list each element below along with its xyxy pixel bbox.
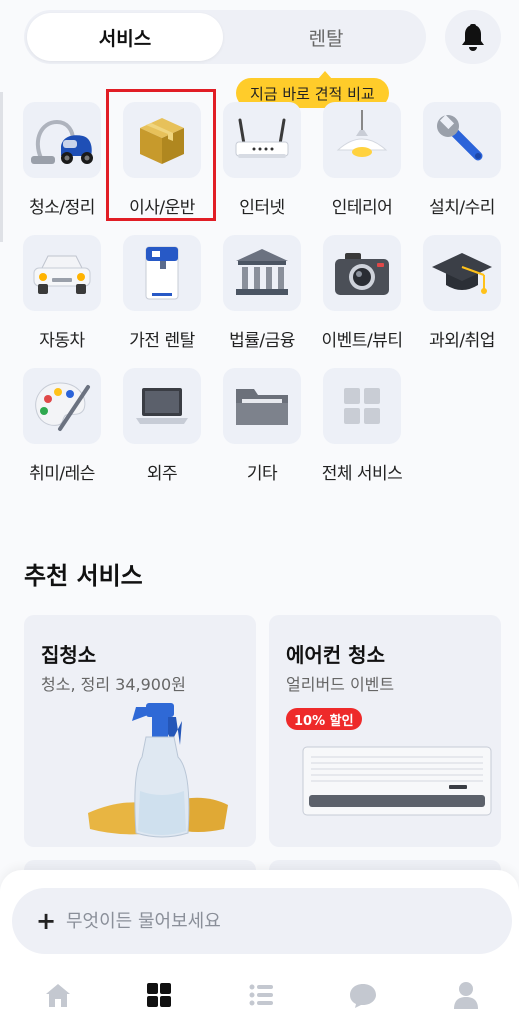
box-icon: [140, 118, 184, 164]
router-icon: [235, 118, 289, 158]
grid-icon: [147, 983, 171, 1007]
nav-home[interactable]: [38, 975, 78, 1015]
recommended-card-aircon-cleaning[interactable]: 에어컨 청소 얼리버드 이벤트 10% 할인: [269, 615, 501, 847]
bank-icon: [236, 249, 288, 295]
laptop-icon: [136, 388, 188, 424]
service-label: 설치/수리: [429, 198, 495, 218]
card-subtitle: 얼리버드 이벤트: [286, 675, 395, 694]
service-label: 가전 렌탈: [129, 331, 195, 351]
service-label: 인터넷: [239, 198, 285, 218]
spray-bottle-illustration: [88, 703, 228, 838]
service-label: 전체 서비스: [321, 464, 403, 484]
service-install-repair[interactable]: 설치/수리: [414, 102, 510, 218]
service-label: 청소/정리: [29, 198, 95, 218]
service-car[interactable]: 자동차: [14, 235, 110, 351]
water-purifier-icon: [145, 246, 179, 300]
recommended-card-home-cleaning[interactable]: 집청소 청소, 정리 34,900원: [24, 615, 256, 847]
service-moving[interactable]: 이사/운반: [114, 102, 210, 218]
service-interior[interactable]: 인테리어: [314, 102, 410, 218]
service-legal-finance[interactable]: 법률/금융: [214, 235, 310, 351]
edge-indicator: [0, 92, 3, 242]
section-title: 추천 서비스: [24, 562, 143, 590]
nav-services[interactable]: [139, 975, 179, 1015]
profile-icon: [454, 982, 478, 1009]
service-label: 기타: [246, 464, 278, 484]
service-appliance-rental[interactable]: 가전 렌탈: [114, 235, 210, 351]
chat-icon: [350, 984, 376, 1008]
service-label: 이사/운반: [129, 198, 195, 218]
tab-rental[interactable]: 렌탈: [229, 13, 423, 61]
notification-button[interactable]: [445, 10, 501, 64]
service-tutoring-jobs[interactable]: 과외/취업: [414, 235, 510, 351]
plus-icon[interactable]: +: [36, 909, 56, 933]
service-label: 법률/금융: [229, 331, 295, 351]
card-title: 집청소: [41, 643, 97, 667]
service-cleaning[interactable]: 청소/정리: [14, 102, 110, 218]
ask-input[interactable]: [66, 910, 446, 932]
air-conditioner-illustration: [302, 746, 492, 816]
service-outsourcing[interactable]: 외주: [114, 368, 210, 484]
service-label: 인테리어: [331, 198, 393, 218]
discount-badge: 10% 할인: [286, 708, 362, 730]
service-label: 자동차: [39, 331, 85, 351]
bell-icon: [462, 24, 484, 51]
card-title: 에어컨 청소: [286, 643, 385, 667]
service-label: 과외/취업: [429, 331, 495, 351]
service-internet[interactable]: 인터넷: [214, 102, 310, 218]
ask-bar[interactable]: +: [12, 888, 512, 954]
service-other[interactable]: 기타: [214, 368, 310, 484]
service-label: 외주: [146, 464, 178, 484]
service-label: 이벤트/뷰티: [321, 331, 403, 351]
list-icon: [249, 984, 273, 1006]
nav-list[interactable]: [241, 975, 281, 1015]
service-all[interactable]: 전체 서비스: [314, 368, 410, 484]
home-icon: [46, 984, 70, 1007]
service-hobby-lessons[interactable]: 취미/레슨: [14, 368, 110, 484]
service-label: 취미/레슨: [29, 464, 95, 484]
grid-icon: [344, 388, 380, 424]
folder-icon: [236, 389, 288, 425]
car-icon: [33, 255, 91, 294]
nav-chat[interactable]: [343, 975, 383, 1015]
service-event-beauty[interactable]: 이벤트/뷰티: [314, 235, 410, 351]
nav-profile[interactable]: [446, 975, 486, 1015]
card-subtitle: 청소, 정리 34,900원: [41, 675, 186, 694]
lamp-icon: [336, 110, 388, 157]
vacuum-icon: [31, 119, 93, 164]
camera-icon: [335, 253, 389, 295]
palette-icon: [35, 382, 90, 431]
tab-services[interactable]: 서비스: [27, 13, 223, 61]
wrench-icon: [437, 114, 483, 161]
graduation-cap-icon: [432, 253, 492, 294]
top-tab-bar: 서비스 렌탈: [24, 10, 426, 64]
